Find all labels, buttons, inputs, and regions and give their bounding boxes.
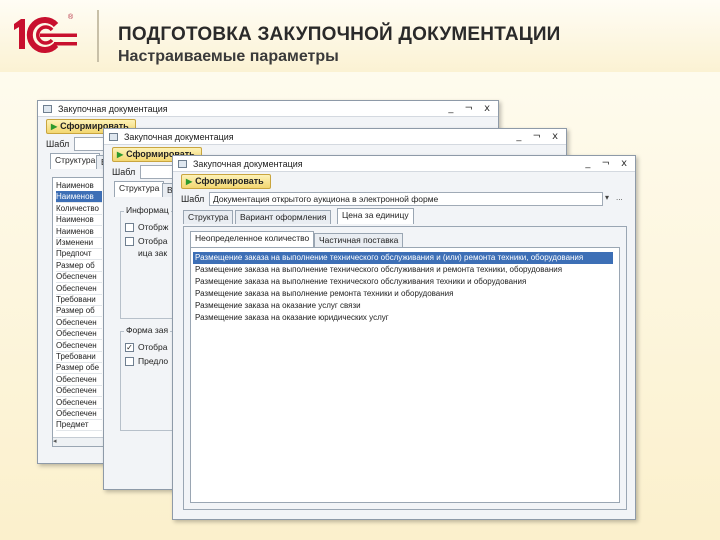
- list-item[interactable]: Размещение заказа на оказание юридически…: [193, 312, 613, 324]
- checkbox[interactable]: [125, 223, 134, 232]
- list-item[interactable]: Размещение заказа на выполнение техничес…: [193, 252, 613, 264]
- items-list: Размещение заказа на выполнение техничес…: [190, 247, 620, 503]
- ellipsis-button[interactable]: ...: [616, 193, 623, 202]
- slide-subtitle: Настраиваемые параметры: [118, 48, 339, 65]
- checkbox-label: Отобра: [138, 342, 168, 352]
- template-label: Шабл: [46, 139, 70, 149]
- list-item[interactable]: Требовани: [56, 294, 102, 306]
- tab-structure[interactable]: Структура: [183, 210, 234, 224]
- tab-unit-price[interactable]: Цена за единицу: [337, 208, 414, 224]
- list-item[interactable]: Обеспечен: [56, 340, 102, 352]
- list-item[interactable]: Предмет: [56, 419, 102, 432]
- form-group-title: Форма зая: [124, 325, 171, 335]
- checkbox-checked[interactable]: ✓: [125, 343, 134, 352]
- list-item[interactable]: Размер обе: [56, 362, 102, 375]
- list-item[interactable]: Обеспечен: [56, 328, 102, 341]
- window-3: Закупочная документация _ ¬ x ▶ Сформиров…: [172, 155, 636, 520]
- window-controls[interactable]: _ ¬ x: [516, 129, 562, 145]
- list-item[interactable]: Обеспечен: [56, 385, 102, 398]
- info-group-title: Информац: [124, 205, 171, 215]
- list-item[interactable]: Наименов: [56, 180, 102, 192]
- template-label: Шабл: [181, 194, 205, 204]
- generate-button[interactable]: ▶ Сформировать: [181, 174, 271, 189]
- checkbox-label: Отобра: [138, 236, 168, 246]
- window-1-titlebar[interactable]: Закупочная документация _ ¬ x: [38, 101, 498, 117]
- list-item[interactable]: Наименов: [56, 191, 102, 204]
- tab-design-variant[interactable]: Вариант оформления: [235, 210, 332, 224]
- list-item[interactable]: Обеспечен: [56, 317, 102, 329]
- list-item[interactable]: Количество: [56, 203, 102, 215]
- tab-structure[interactable]: Структура: [50, 153, 101, 169]
- list-item[interactable]: Размещение заказа на выполнение техничес…: [193, 264, 613, 276]
- list-item[interactable]: Изменени: [56, 237, 102, 249]
- tab-undefined-quantity[interactable]: Неопределенное количество: [190, 231, 315, 247]
- window-1-list-panel: Наименов Наименов Количество Наименов Наимен…: [52, 177, 104, 447]
- window-controls[interactable]: _ ¬ x: [585, 156, 631, 172]
- checkbox-label: ица зак: [138, 248, 168, 258]
- window-1-title: Закупочная документация: [58, 104, 168, 114]
- window-icon: [109, 133, 118, 141]
- checkbox[interactable]: [125, 357, 134, 366]
- window-3-title: Закупочная документация: [193, 159, 303, 169]
- list-item[interactable]: Размер об: [56, 305, 102, 318]
- checkbox[interactable]: [125, 237, 134, 246]
- tab-structure[interactable]: Структура: [114, 181, 165, 197]
- header-divider: [97, 10, 99, 62]
- template-label: Шабл: [112, 167, 136, 177]
- list-item[interactable]: Предпочт: [56, 248, 102, 261]
- window-3-tabs: Структура Вариант оформления Цена за еди…: [173, 208, 635, 224]
- registered-mark: ®: [68, 14, 74, 21]
- window-icon: [43, 105, 52, 113]
- list-item[interactable]: Размещение заказа на оказание услуг связ…: [193, 300, 613, 312]
- horizontal-scrollbar[interactable]: ◂: [53, 437, 103, 446]
- checkbox-label: Отобрж: [138, 222, 169, 232]
- template-field[interactable]: Документация открытого аукциона в электр…: [209, 192, 603, 206]
- list-item[interactable]: Обеспечен: [56, 408, 102, 420]
- list-item[interactable]: Требовани: [56, 351, 102, 363]
- window-3-tab-panel: Неопределенное количество Частичная пост…: [183, 226, 627, 510]
- play-icon: ▶: [186, 177, 193, 186]
- slide-title: ПОДГОТОВКА ЗАКУПОЧНОЙ ДОКУМЕНТАЦИИ: [118, 24, 561, 45]
- tab-partial-delivery[interactable]: Частичная поставка: [314, 233, 404, 247]
- list-item[interactable]: Обеспечен: [56, 283, 102, 295]
- window-2-titlebar[interactable]: Закупочная документация _ ¬ x: [104, 129, 566, 145]
- window-controls[interactable]: _ ¬ x: [448, 101, 494, 117]
- dropdown-arrow-icon[interactable]: ▾: [605, 193, 609, 202]
- list-item[interactable]: Обеспечен: [56, 271, 102, 284]
- list-item[interactable]: Размещение заказа на выполнение техничес…: [193, 276, 613, 288]
- list-item[interactable]: Обеспечен: [56, 374, 102, 386]
- checkbox-label: Предло: [138, 356, 169, 366]
- list-item[interactable]: Размещение заказа на выполнение ремонта …: [193, 288, 613, 300]
- list-item[interactable]: Наименов: [56, 214, 102, 227]
- window-icon: [178, 160, 187, 168]
- play-icon: ▶: [117, 150, 124, 159]
- list-item[interactable]: Наименов: [56, 226, 102, 238]
- window-2-title: Закупочная документация: [124, 132, 234, 142]
- list-item[interactable]: Размер об: [56, 260, 102, 272]
- window-3-titlebar[interactable]: Закупочная документация _ ¬ x: [173, 156, 635, 172]
- play-icon: ▶: [51, 122, 58, 131]
- list-item[interactable]: Обеспечен: [56, 397, 102, 409]
